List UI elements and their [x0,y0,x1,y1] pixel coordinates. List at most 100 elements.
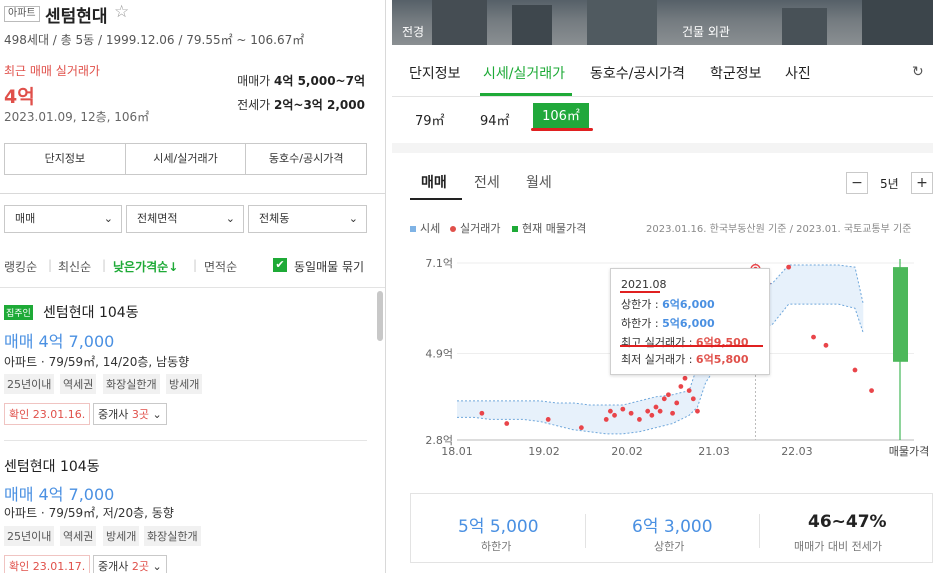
building-photo [862,0,933,45]
trade-point [661,396,667,402]
tab-school[interactable]: 학군정보 [710,63,762,83]
left-panel: 아파트 센텀현대 ☆ 498세대 / 총 5동 / 1999.12.06 / 7… [0,0,386,573]
photo-label-exterior: 건물 외관 [682,25,730,39]
group-same-listing-label[interactable]: 동일매물 묶기 [294,258,364,275]
right-panel: 전경 건물 외관 단지정보 시세/실거래가 동호수/공시가격 학군정보 사진 ↻… [392,0,933,573]
sort-latest[interactable]: 최신순 [58,258,91,275]
trade-point [607,408,613,414]
x-tick-label: 22.03 [781,445,813,458]
x-tick-label: 21.03 [698,445,730,458]
trade-point [504,421,510,426]
listing-tag: 화장실한개 [144,526,201,546]
favorite-star-icon[interactable]: ☆ [114,2,129,22]
size-option-94[interactable]: 94㎡ [480,110,510,129]
summary-ratio-value: 46~47% [808,512,887,532]
size-option-79[interactable]: 79㎡ [415,110,445,129]
tab-complex-info[interactable]: 단지정보 [5,144,126,174]
trade-point [786,264,792,270]
trade-point [852,367,858,373]
trade-type-value: 매매 [15,212,36,225]
x-tick-label: 19.02 [528,445,560,458]
listing-tag: 역세권 [60,526,97,546]
confirm-date: 확인 23.01.16. [4,403,91,425]
tab-market-price[interactable]: 시세/실거래가 [126,144,247,174]
summary-ratio-label: 매매가 대비 전세가 [794,540,882,553]
x-tick-label: 20.02 [611,445,643,458]
chart-tooltip: 2021.08 상한가 : 6억6,000 하한가 : 5억6,000 최고 실… [610,268,770,375]
recent-trade-label: 최근 매매 실거래가 [4,64,100,78]
tooltip-min: 최저 실거래가 : 6억5,800 [621,351,749,367]
building-photo [512,5,552,45]
tab-complex-info[interactable]: 단지정보 [409,63,461,83]
sort-ranking[interactable]: 랭킹순 [4,258,37,275]
trade-point [690,396,696,402]
legend-swatch [410,226,416,232]
list-scrollbar[interactable] [377,291,383,341]
data-source-note: 2023.01.16. 한국부동산원 기준 / 2023.01. 국토교통부 기… [646,224,912,235]
tab-unit-price[interactable]: 동호수/공시가격 [246,144,366,174]
checkbox-checked-icon[interactable]: ✔ [273,258,287,272]
listing-tag: 역세권 [60,374,97,394]
detail-tabs: 단지정보 시세/실거래가 동호수/공시가격 학군정보 사진 ↻ [392,45,933,97]
x-tick-label: 18.01 [441,445,473,458]
legend-trade: 실거래가 [450,220,500,236]
jeonse-price-label: 전세가 [237,98,271,112]
chart-tab-sale[interactable]: 매매 [421,172,447,192]
trade-point [628,410,634,416]
summary-upper-value: 6억 3,000 [632,517,713,537]
listing-tag: 방세개 [103,526,140,546]
jeonse-price-range: 전세가 2억~3억 2,000 [237,96,365,113]
y-tick-label: 4.9억 [425,348,453,361]
sort-separator: | [193,258,198,272]
summary-divider [585,514,586,548]
jeonse-price-value: 2억~3억 2,000 [274,98,365,112]
legend-swatch [512,226,518,232]
size-option-106[interactable]: 106㎡ [533,103,589,131]
building-photo [587,0,657,45]
listing-title[interactable]: 센텀현대 104동 [4,456,100,476]
building-select[interactable]: 전체동 ⌄ [248,205,367,233]
chart-tab-monthly[interactable]: 월세 [526,172,552,192]
agent-count-button[interactable]: 중개사 3곳 ⌄ [93,403,167,425]
agent-count-button[interactable]: 중개사 2곳 ⌄ [93,555,167,573]
trade-point [678,384,684,389]
period-increase-button[interactable]: + [911,172,933,194]
trade-point [811,334,816,340]
sale-price-value: 4억 5,000~7억 [274,74,365,88]
legend-market-label: 시세 [420,222,441,235]
tooltip-upper-value: 6억6,000 [662,298,715,311]
divider [0,193,385,194]
listing-tag: 화장실한개 [103,374,160,394]
listing-tag: 25년이내 [4,526,55,546]
trade-point [637,417,642,422]
legend-listing: 현재 매물가격 [512,220,586,236]
refresh-icon[interactable]: ↻ [912,64,924,80]
trade-point [686,388,692,394]
chart-tab-jeonse[interactable]: 전세 [474,172,500,192]
photo-label-overview: 전경 [402,25,425,39]
sort-area[interactable]: 면적순 [204,258,237,275]
complex-name: 센텀현대 [45,7,108,27]
summary-lower-value: 5억 5,000 [458,517,539,537]
trade-point [869,388,874,394]
owner-badge: 집주인 [4,305,33,320]
tab-market-price[interactable]: 시세/실거래가 [483,63,565,83]
trade-point [645,408,651,414]
listing-tag: 방세개 [166,374,203,394]
sort-separator: | [102,258,107,272]
trade-point [657,408,663,414]
complex-photo-strip[interactable]: 전경 건물 외관 [392,0,933,45]
trade-point [603,417,609,422]
trade-point [674,400,680,406]
annotation-underline [620,291,660,293]
tab-unit-price[interactable]: 동호수/공시가격 [590,63,685,83]
area-select[interactable]: 전체면적 ⌄ [126,205,244,233]
sort-low-price[interactable]: 낮은가격순↓ [113,258,178,275]
tab-photos[interactable]: 사진 [785,63,811,83]
trade-type-select[interactable]: 매매 ⌄ [4,205,122,233]
y-tick-label: 7.1억 [425,257,453,270]
card-divider [4,440,367,441]
period-decrease-button[interactable]: − [846,172,868,194]
listing-title[interactable]: 센텀현대 104동 [43,302,139,322]
summary-divider [759,514,760,548]
